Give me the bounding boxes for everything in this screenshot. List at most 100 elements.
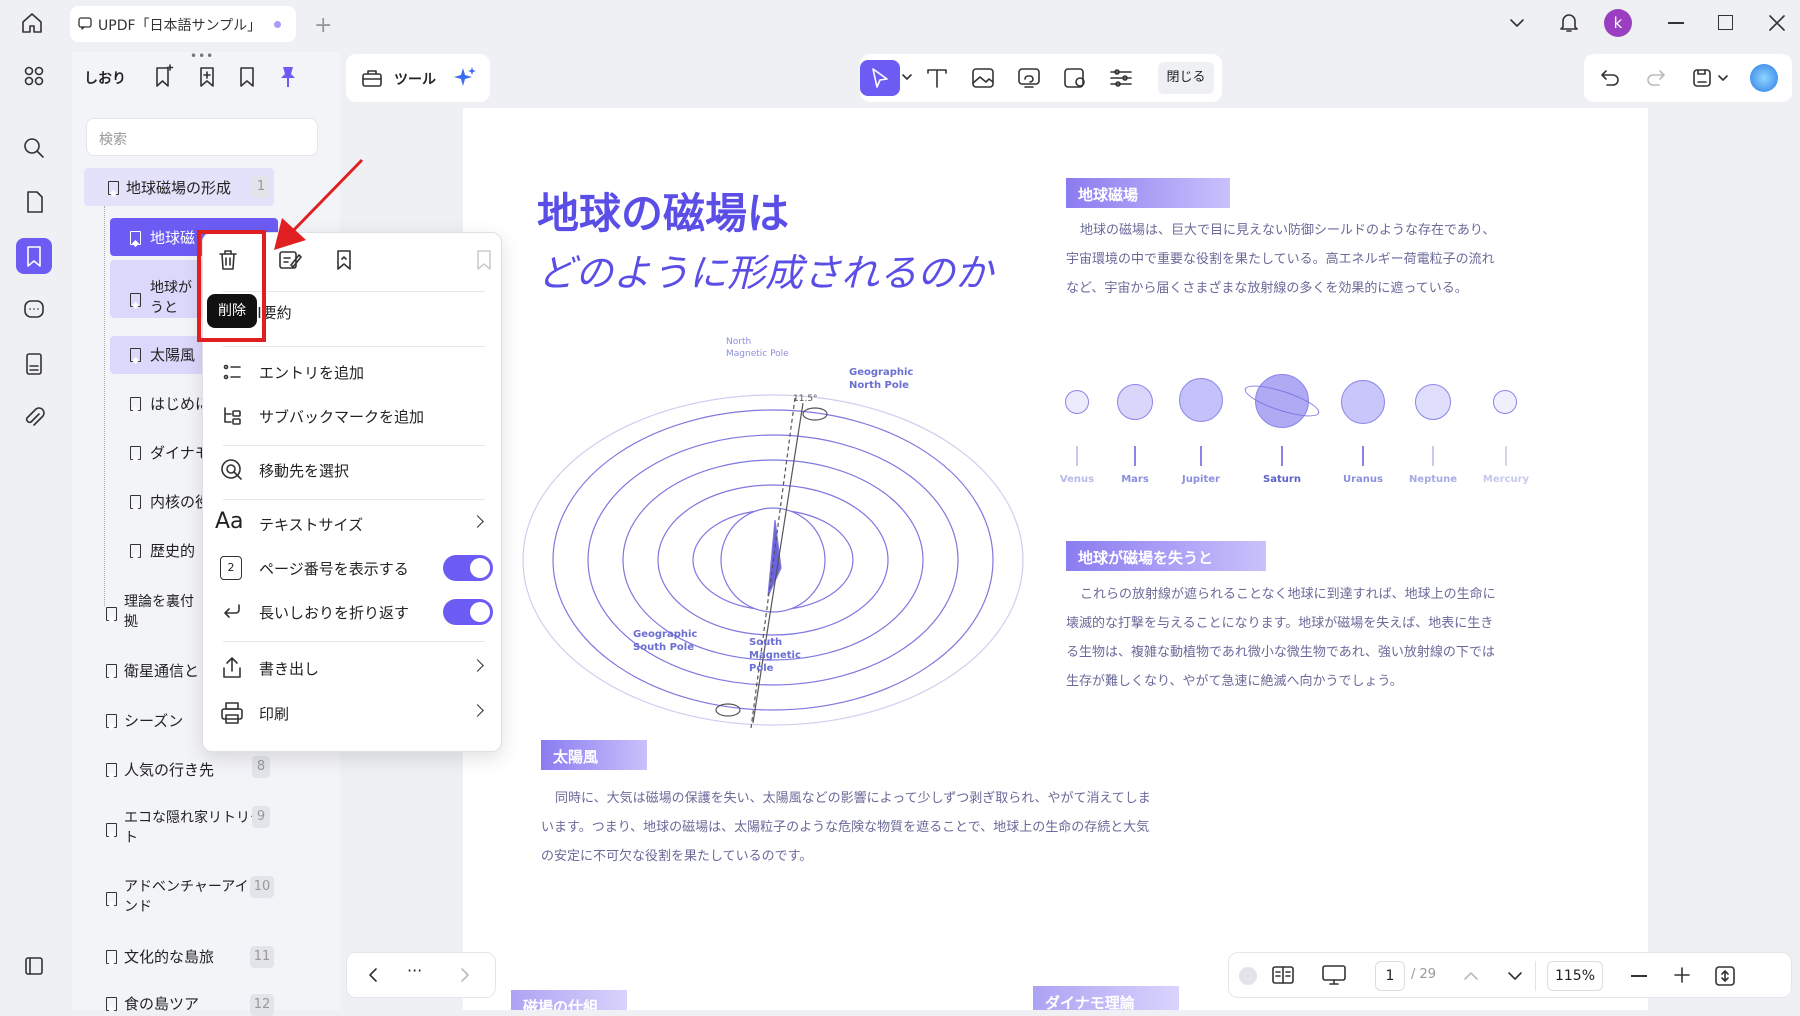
chevron-up-icon[interactable]	[1463, 968, 1479, 984]
planet-venus	[1065, 390, 1089, 414]
planet-label: Neptune	[1408, 474, 1458, 485]
expand-icon[interactable]	[1239, 967, 1257, 985]
bookmark-label[interactable]: 食の島ツア	[124, 994, 199, 1014]
bookmark-label[interactable]: 人気の行き先	[124, 760, 214, 780]
bookmark-panel-icon[interactable]	[16, 238, 52, 274]
move-bookmark-icon[interactable]	[473, 247, 497, 273]
reading-mode-icon[interactable]	[1271, 964, 1295, 986]
section-text: これらの放射線が遮られることなく地球に到達すれば、地球上の生命に 壊滅的な打撃を…	[1066, 587, 1496, 689]
zoom-in-button[interactable]	[1673, 966, 1691, 984]
image-tool-icon[interactable]	[970, 66, 996, 90]
chevron-left-icon[interactable]	[365, 967, 381, 983]
more-icon[interactable]: ···	[407, 961, 422, 980]
link-tool-icon[interactable]	[1016, 66, 1042, 90]
chevron-down-icon[interactable]	[1718, 73, 1728, 83]
page-input[interactable]: 1	[1375, 961, 1405, 991]
chevron-right-icon	[471, 659, 484, 672]
bookmark-icon[interactable]	[236, 62, 260, 90]
bottom-bar: ··· 1 / 29 115%	[346, 950, 1792, 1010]
bookmark-label[interactable]: シーズン	[124, 711, 183, 731]
notification-bell-icon[interactable]	[1557, 10, 1581, 34]
page-icon[interactable]	[16, 184, 52, 220]
search-placeholder: 検索	[99, 132, 127, 148]
ai-sparkle-icon[interactable]	[452, 65, 478, 91]
chevron-down-icon[interactable]	[1508, 14, 1526, 32]
edit-tools-group: 閉じる	[860, 54, 1222, 102]
menu-item-select-destination[interactable]: 移動先を選択	[203, 449, 503, 489]
select-tool-button[interactable]	[860, 60, 900, 96]
planet-mercury	[1493, 390, 1517, 414]
text-size-icon: Aa	[215, 509, 244, 534]
menu-item-export[interactable]: 書き出し	[203, 647, 503, 687]
chevron-down-icon[interactable]	[1507, 968, 1523, 984]
left-rail	[0, 46, 68, 1010]
menu-item-show-page-number[interactable]: 2 ページ番号を表示する	[203, 547, 503, 587]
planet-label: Uranus	[1343, 474, 1383, 485]
bookmark-label[interactable]: アドベンチャーアイラ ンド	[124, 877, 263, 917]
bookmark-label[interactable]: 衛星通信と	[124, 661, 199, 681]
thumbnails-icon[interactable]	[16, 58, 52, 94]
search-icon[interactable]	[16, 130, 52, 166]
menu-item-print[interactable]: 印刷	[203, 692, 503, 732]
watermark-tool-icon[interactable]	[1062, 66, 1088, 90]
ai-assistant-icon[interactable]	[1750, 64, 1778, 92]
avatar[interactable]: k	[1604, 9, 1632, 37]
tab-title: UPDF「日本語サンプル」	[98, 18, 262, 34]
fit-page-icon[interactable]	[1713, 964, 1737, 988]
ai-chat-icon[interactable]	[16, 292, 52, 328]
bookmark-label[interactable]: 文化的な島旅	[124, 947, 214, 967]
bookmark-label[interactable]: 地球が うと	[150, 278, 192, 318]
bookmark-label[interactable]: 理論を裏付 拠	[124, 592, 194, 632]
tools-group: ツール	[346, 54, 490, 102]
bookmark-label[interactable]: 歴史的	[150, 541, 195, 561]
chevron-down-icon[interactable]	[902, 72, 912, 82]
page-controls: 1 / 29 115%	[1228, 952, 1792, 998]
present-icon[interactable]	[1321, 964, 1347, 986]
bookmark-label[interactable]: エコな隠れ家リトリー ト	[124, 808, 264, 848]
zoom-input[interactable]: 115%	[1547, 961, 1603, 991]
pin-icon[interactable]	[276, 62, 300, 90]
search-input[interactable]: 検索	[86, 118, 318, 156]
document-tab[interactable]: UPDF「日本語サンプル」	[70, 6, 296, 42]
drag-handle[interactable]: •••	[190, 49, 214, 63]
bookmark-label[interactable]: 太陽風	[150, 345, 195, 365]
menu-item-add-entry[interactable]: エントリを追加	[203, 351, 503, 391]
maximize-button[interactable]	[1718, 15, 1733, 30]
zoom-out-button[interactable]	[1631, 975, 1647, 977]
bookmark-label[interactable]: 地球磁場の形成	[126, 178, 231, 198]
menu-item-wrap-long[interactable]: 長いしおりを折り返す	[203, 591, 503, 631]
planet-uranus	[1341, 380, 1385, 424]
bookmark-label[interactable]: 内核の役	[150, 492, 210, 512]
tools-label[interactable]: ツール	[394, 69, 436, 89]
save-icon[interactable]	[1690, 66, 1714, 90]
new-tab-button[interactable]: +	[314, 13, 332, 38]
bookmark-label[interactable]: はじめに	[150, 394, 210, 414]
page-number-icon: 2	[220, 556, 242, 580]
show-page-toggle[interactable]	[443, 555, 493, 581]
attachment-icon[interactable]	[16, 400, 52, 436]
ai-bookmark-icon[interactable]	[152, 62, 176, 90]
minimize-button[interactable]	[1668, 22, 1684, 24]
home-icon[interactable]	[20, 11, 44, 35]
toolbox-icon[interactable]	[360, 66, 384, 90]
redo-icon[interactable]	[1644, 66, 1668, 90]
nav-group: ···	[346, 952, 496, 998]
undo-icon[interactable]	[1598, 66, 1622, 90]
text-tool-icon[interactable]	[924, 66, 950, 90]
planet-line	[1505, 446, 1507, 466]
layers-icon[interactable]	[16, 948, 52, 984]
menu-item-text-size[interactable]: Aa テキストサイズ	[203, 503, 503, 543]
settings-sliders-icon[interactable]	[1108, 66, 1134, 90]
close-edit-button[interactable]: 閉じる	[1158, 62, 1214, 94]
add-bookmark-icon[interactable]	[196, 62, 220, 90]
menu-item-add-sub-bookmark[interactable]: サブバックマークを追加	[203, 395, 503, 435]
north-magnetic-label: North Magnetic Pole	[726, 337, 789, 359]
close-window-button[interactable]	[1768, 14, 1786, 32]
bookmark-label[interactable]: 地球磁	[150, 228, 195, 248]
bookmark-label[interactable]: ダイナモ	[150, 443, 210, 463]
chevron-right-icon[interactable]	[457, 967, 473, 983]
form-icon[interactable]	[16, 346, 52, 382]
wrap-toggle[interactable]	[443, 599, 493, 625]
bookmark-item-icon	[130, 397, 141, 411]
planet-line	[1362, 446, 1364, 466]
